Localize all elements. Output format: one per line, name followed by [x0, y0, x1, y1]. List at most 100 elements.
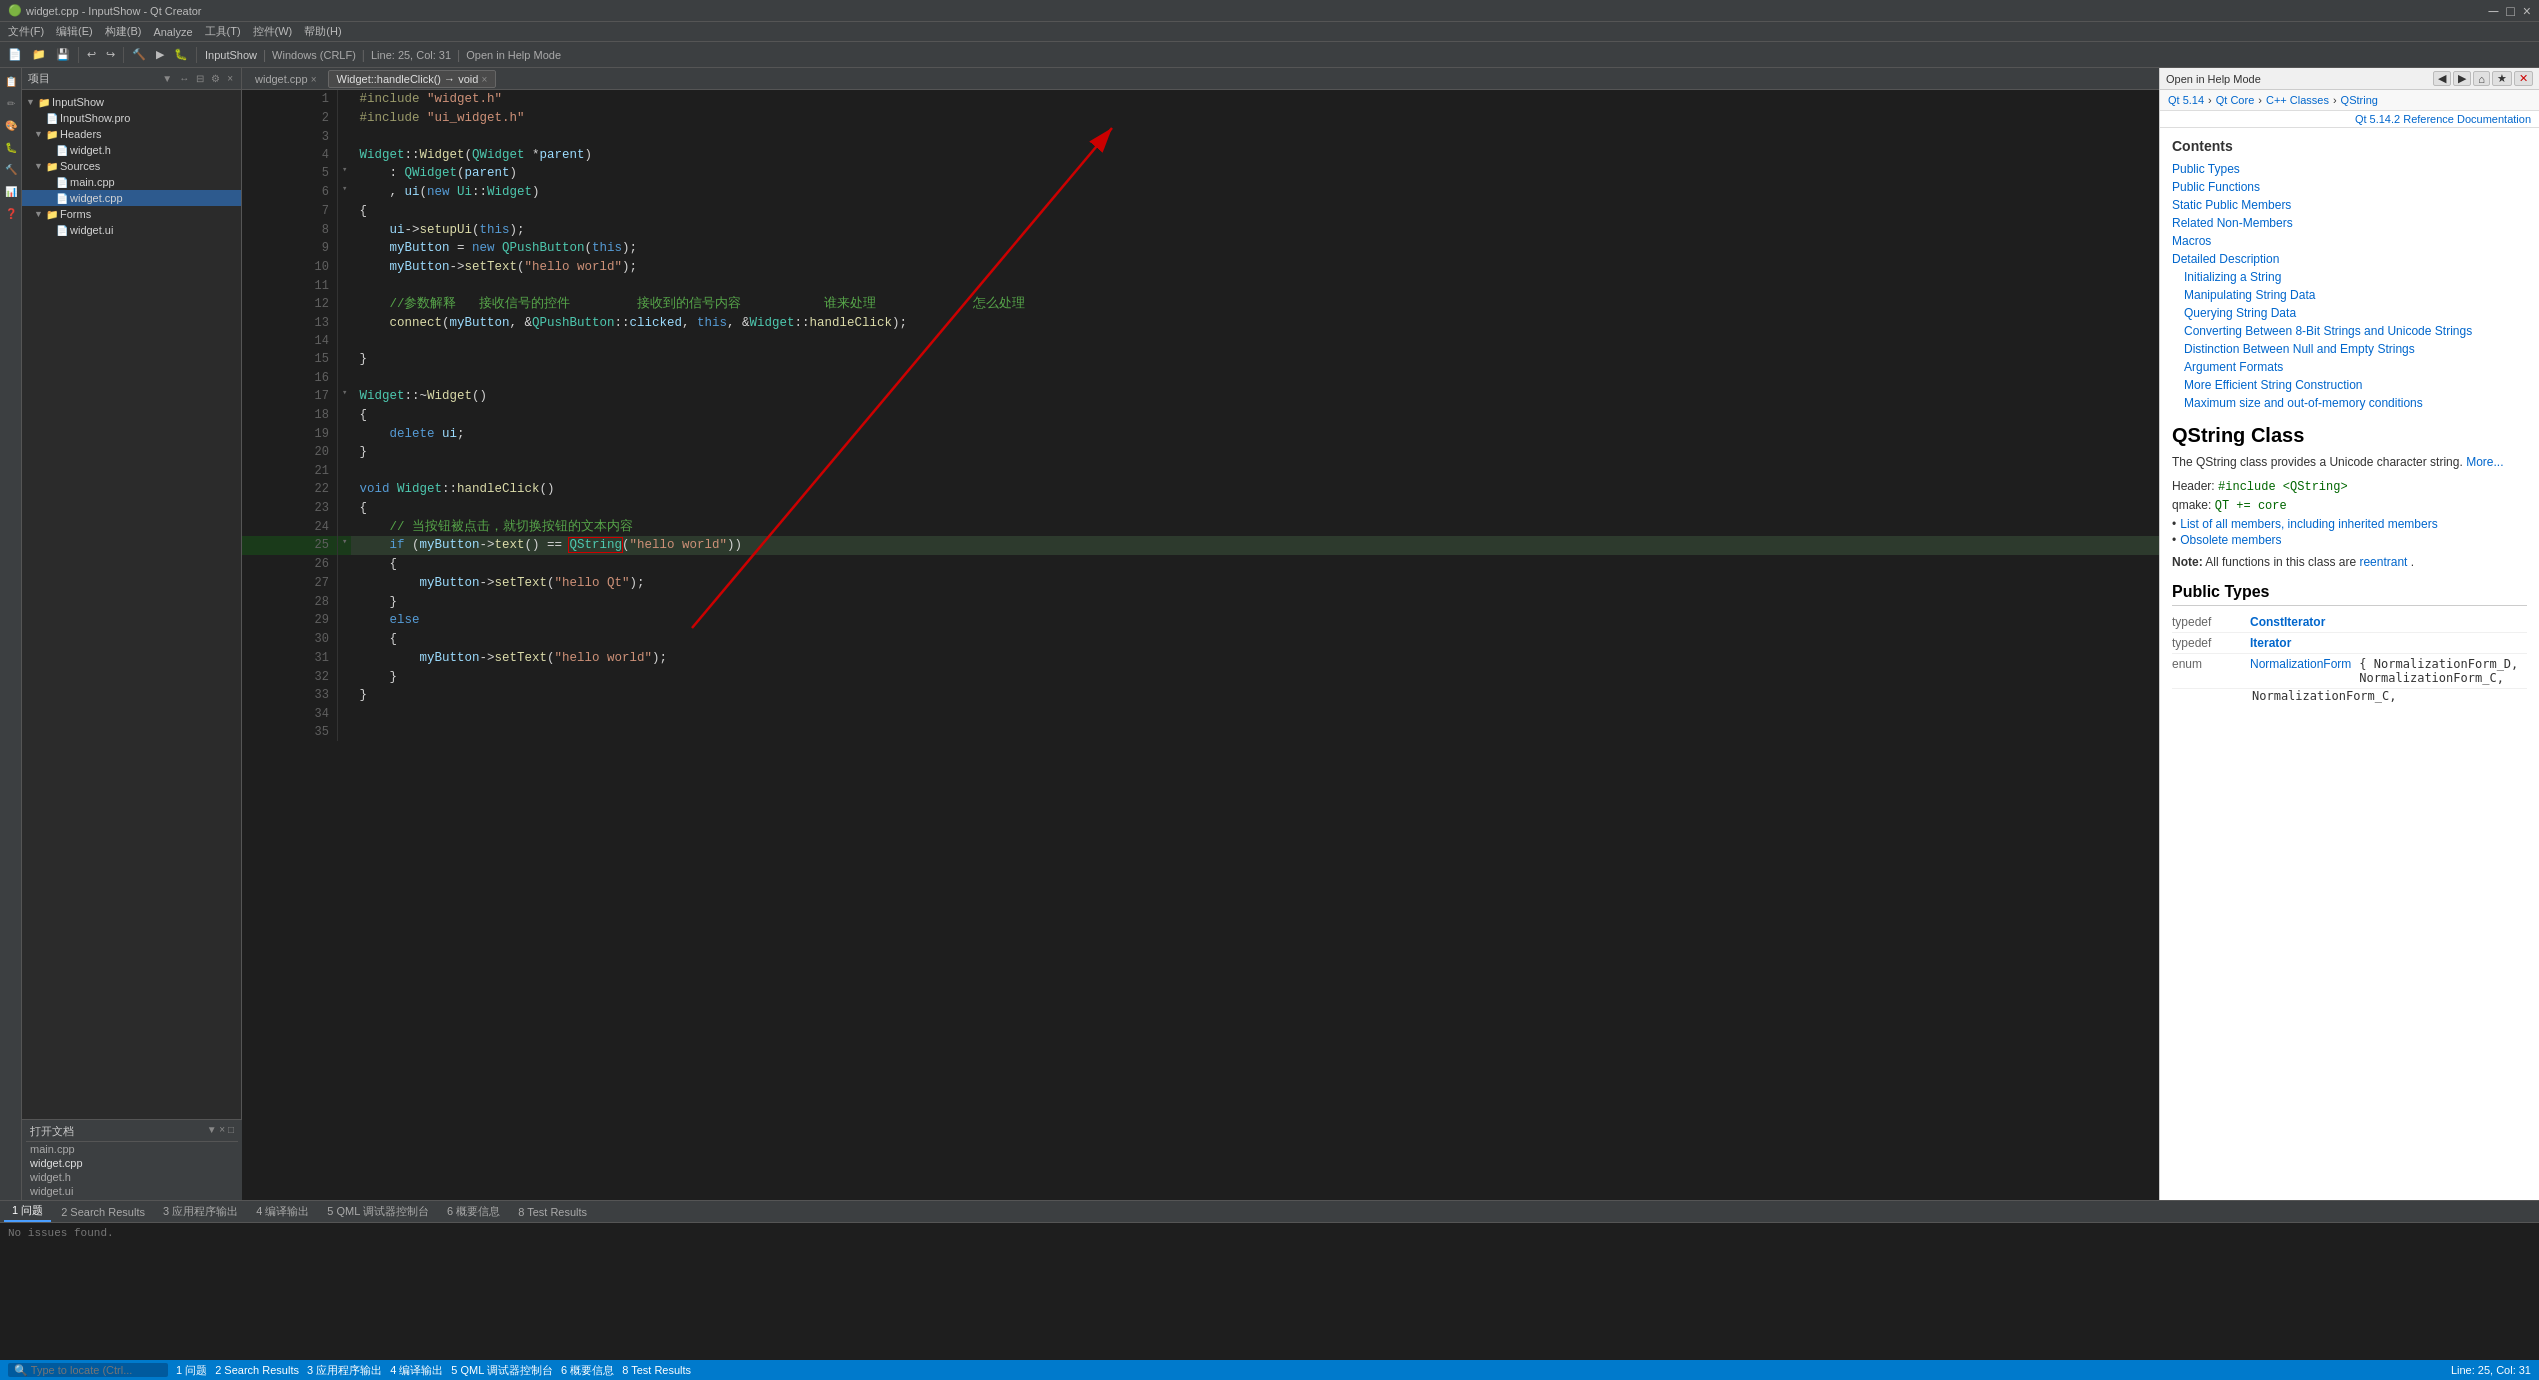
docs-home-btn[interactable]: ⌂: [2473, 71, 2490, 86]
toolbar-run[interactable]: ▶: [152, 46, 168, 63]
ref-doc-link[interactable]: Qt 5.14.2 Reference Documentation: [2355, 113, 2531, 125]
open-file-widget-ui[interactable]: widget.ui: [26, 1184, 238, 1198]
sidebar-edit-icon[interactable]: ✏: [2, 94, 20, 112]
toc-macros[interactable]: Macros: [2172, 232, 2527, 250]
toolbar-new[interactable]: 📄: [4, 46, 26, 63]
line-content-33: }: [351, 686, 2158, 705]
toolbar-debug[interactable]: 🐛: [170, 46, 192, 63]
tree-item-inputshow[interactable]: ▼ 📁 InputShow: [22, 94, 241, 110]
fold-32: [337, 668, 351, 687]
breadcrumb-cpp-classes[interactable]: C++ Classes: [2266, 94, 2329, 106]
menu-file[interactable]: 文件(F): [8, 24, 44, 39]
toc-distinction[interactable]: Distinction Between Null and Empty Strin…: [2172, 340, 2527, 358]
docs-bookmark-btn[interactable]: ★: [2492, 71, 2512, 86]
breadcrumb-qtcore[interactable]: Qt Core: [2216, 94, 2255, 106]
docs-more-link[interactable]: More...: [2466, 455, 2503, 469]
bottom-tab-compile[interactable]: 4 编译输出: [248, 1202, 317, 1221]
locate-input[interactable]: [8, 1363, 168, 1377]
menu-controls[interactable]: 控件(W): [253, 24, 293, 39]
close-button[interactable]: ×: [2523, 3, 2531, 19]
bottom-tab-qml[interactable]: 5 QML 调试器控制台: [319, 1202, 437, 1221]
typename-iterator[interactable]: Iterator: [2250, 636, 2291, 650]
project-selector[interactable]: InputShow: [201, 49, 261, 61]
code-container[interactable]: 1 #include "widget.h" 2 #include "ui_wid…: [242, 90, 2159, 1200]
line-num-23: 23: [242, 499, 337, 518]
open-help-mode[interactable]: Open in Help Mode: [462, 49, 565, 61]
bottom-tab-search[interactable]: 2 Search Results: [53, 1204, 153, 1220]
open-file-widget-cpp[interactable]: widget.cpp: [26, 1156, 238, 1170]
reentrant-link[interactable]: reentrant: [2359, 555, 2407, 569]
line-content-16: [351, 369, 2158, 387]
editor-area[interactable]: widget.cpp × Widget::handleClick() → voi…: [242, 68, 2159, 1200]
code-table: 1 #include "widget.h" 2 #include "ui_wid…: [242, 90, 2159, 741]
fold-24: [337, 518, 351, 537]
line-num-15: 15: [242, 350, 337, 369]
tab-handle-click[interactable]: Widget::handleClick() → void ×: [328, 70, 497, 88]
toc-converting[interactable]: Converting Between 8-Bit Strings and Uni…: [2172, 322, 2527, 340]
all-members-link[interactable]: List of all members, including inherited…: [2180, 517, 2437, 531]
tree-item-widget-h[interactable]: 📄 widget.h: [22, 142, 241, 158]
toc-public-functions[interactable]: Public Functions: [2172, 178, 2527, 196]
tree-item-headers[interactable]: ▼ 📁 Headers: [22, 126, 241, 142]
toolbar-build[interactable]: 🔨: [128, 46, 150, 63]
toc-public-types[interactable]: Public Types: [2172, 160, 2527, 178]
sidebar-projects-icon[interactable]: 📋: [2, 72, 20, 90]
toc-querying[interactable]: Querying String Data: [2172, 304, 2527, 322]
toolbar-redo[interactable]: ↪: [102, 46, 119, 63]
tree-item-widget-ui[interactable]: 📄 widget.ui: [22, 222, 241, 238]
breadcrumb-qt[interactable]: Qt 5.14: [2168, 94, 2204, 106]
tree-item-sources[interactable]: ▼ 📁 Sources: [22, 158, 241, 174]
panel-close-btn[interactable]: ×: [225, 72, 235, 85]
qmake-label: qmake:: [2172, 498, 2215, 512]
bottom-tab-issues[interactable]: 1 问题: [4, 1201, 51, 1222]
toc-related-non-members[interactable]: Related Non-Members: [2172, 214, 2527, 232]
menu-help[interactable]: 帮助(H): [304, 24, 341, 39]
bottom-tab-summary[interactable]: 6 概要信息: [439, 1202, 508, 1221]
bottom-tab-test[interactable]: 8 Test Results: [510, 1204, 595, 1220]
panel-settings-btn[interactable]: ⚙: [209, 72, 222, 85]
panel-filter-btn[interactable]: ▼: [160, 72, 174, 85]
obsolete-link[interactable]: Obsolete members: [2180, 533, 2281, 547]
maximize-button[interactable]: □: [2506, 3, 2514, 19]
sidebar-debug-icon[interactable]: 🐛: [2, 138, 20, 156]
docs-close-btn[interactable]: ✕: [2514, 71, 2533, 86]
minimize-button[interactable]: ─: [2488, 3, 2498, 19]
open-file-widget-h[interactable]: widget.h: [26, 1170, 238, 1184]
menu-edit[interactable]: 编辑(E): [56, 24, 93, 39]
tree-item-inputshow-pro[interactable]: 📄 InputShow.pro: [22, 110, 241, 126]
panel-sync-btn[interactable]: ↔: [177, 72, 191, 85]
toc-efficient[interactable]: More Efficient String Construction: [2172, 376, 2527, 394]
breadcrumb-qstring[interactable]: QString: [2341, 94, 2378, 106]
toc-max-size[interactable]: Maximum size and out-of-memory condition…: [2172, 394, 2527, 412]
open-file-main-cpp[interactable]: main.cpp: [26, 1142, 238, 1156]
toolbar-open[interactable]: 📁: [28, 46, 50, 63]
line-content-14: [351, 332, 2158, 350]
sidebar-help-icon[interactable]: ❓: [2, 204, 20, 222]
panel-collapse-btn[interactable]: ⊟: [194, 72, 206, 85]
tab-widget-cpp[interactable]: widget.cpp ×: [246, 70, 326, 88]
menu-analyze[interactable]: Analyze: [153, 26, 192, 38]
toc-initializing[interactable]: Initializing a String: [2172, 268, 2527, 286]
menu-build[interactable]: 构建(B): [105, 24, 142, 39]
tree-item-forms[interactable]: ▼ 📁 Forms: [22, 206, 241, 222]
typename-const-iterator[interactable]: ConstIterator: [2250, 615, 2325, 629]
sidebar-design-icon[interactable]: 🎨: [2, 116, 20, 134]
window-controls[interactable]: ─ □ ×: [2488, 3, 2531, 19]
toolbar-save[interactable]: 💾: [52, 46, 74, 63]
sidebar-build-icon[interactable]: 🔨: [2, 160, 20, 178]
toolbar-undo[interactable]: ↩: [83, 46, 100, 63]
toc-manipulating[interactable]: Manipulating String Data: [2172, 286, 2527, 304]
sidebar-analyze-icon[interactable]: 📊: [2, 182, 20, 200]
menu-tools[interactable]: 工具(T): [205, 24, 241, 39]
line-content-12: //参数解释 接收信号的控件 接收到的信号内容 谁来处理 怎么处理: [351, 295, 2158, 314]
tree-item-main-cpp[interactable]: 📄 main.cpp: [22, 174, 241, 190]
docs-fwd-btn[interactable]: ▶: [2453, 71, 2471, 86]
toc-static-public-members[interactable]: Static Public Members: [2172, 196, 2527, 214]
docs-back-btn[interactable]: ◀: [2433, 71, 2451, 86]
toc-detailed-description[interactable]: Detailed Description: [2172, 250, 2527, 268]
tree-item-widget-cpp[interactable]: 📄 widget.cpp: [22, 190, 241, 206]
enum-normalization-name[interactable]: NormalizationForm: [2250, 657, 2351, 685]
bottom-tab-app-output[interactable]: 3 应用程序输出: [155, 1202, 246, 1221]
docs-open-mode[interactable]: Open in Help Mode: [2166, 73, 2261, 85]
toc-argument-formats[interactable]: Argument Formats: [2172, 358, 2527, 376]
